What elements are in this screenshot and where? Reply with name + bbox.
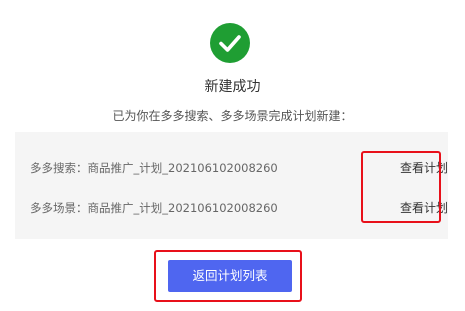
return-to-plan-list-button[interactable]: 返回计划列表 [168, 260, 292, 292]
success-check-icon [210, 23, 250, 63]
highlight-view-links [361, 151, 441, 223]
plan-name-search: 多多搜索：商品推广_计划_202106102008260 [30, 161, 278, 175]
success-title: 新建成功 [204, 79, 261, 95]
plan-name-scene: 多多场景：商品推广_计划_202106102008260 [30, 201, 278, 215]
success-subtitle: 已为你在多多搜索、多多场景完成计划新建： [112, 109, 353, 123]
